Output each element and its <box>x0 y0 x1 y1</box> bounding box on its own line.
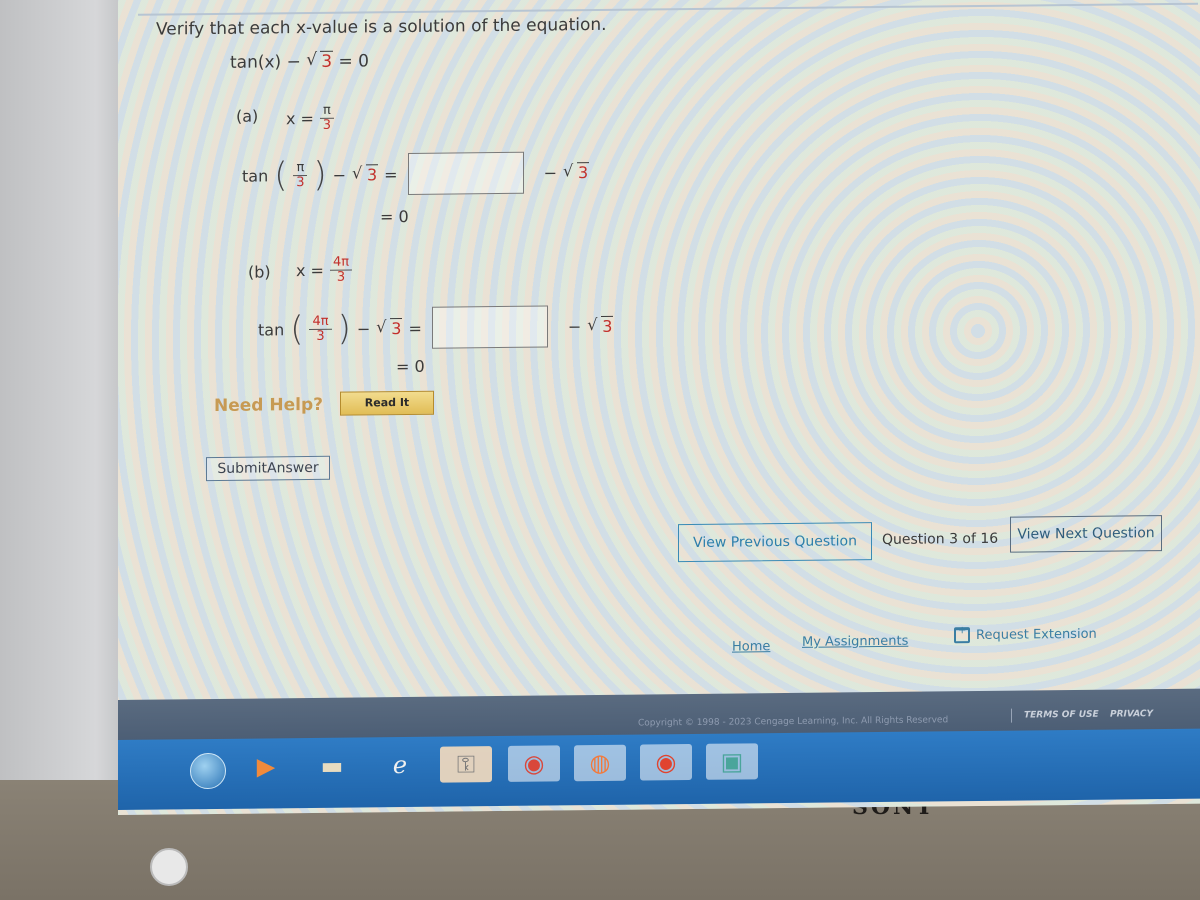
taskbar-app[interactable]: ⚿ <box>440 746 492 783</box>
minus-sign: − <box>543 162 557 183</box>
media-player-icon: ▶ <box>256 752 276 781</box>
part-a-expression: tan ( π 3 ) − 3 = − 3 <box>242 151 590 197</box>
sqrt-symbol: 3 <box>376 317 403 338</box>
minus-sign: − <box>332 165 346 185</box>
radicand: 3 <box>390 317 403 338</box>
chrome-icon: ◉ <box>523 749 545 778</box>
app-icon: ⚿ <box>456 750 476 779</box>
numerator: π <box>293 160 308 176</box>
function-name: tan <box>258 319 285 340</box>
part-a-label: (a) <box>236 106 259 126</box>
left-paren: ( <box>274 155 288 196</box>
denominator: 3 <box>316 328 325 344</box>
part-b-x-value: x = 4π 3 <box>296 255 353 286</box>
sqrt-symbol: 3 <box>587 315 614 336</box>
main-equation: tan(x) − 3 = 0 <box>230 50 369 73</box>
my-assignments-link[interactable]: My Assignments <box>802 634 908 650</box>
right-paren: ) <box>313 154 327 195</box>
part-b-result: = 0 <box>396 356 425 377</box>
request-extension-label: Request Extension <box>976 626 1097 643</box>
answer-input-a[interactable] <box>407 151 524 195</box>
x-equals: x = <box>286 108 314 129</box>
fraction: 4π 3 <box>329 255 353 285</box>
home-link[interactable]: Home <box>732 639 770 654</box>
view-next-question-button[interactable]: View Next Question <box>1010 515 1162 553</box>
question-page: Verify that each x-value is a solution o… <box>118 0 1200 744</box>
screen: Verify that each x-value is a solution o… <box>118 0 1200 816</box>
power-indicator <box>150 848 188 886</box>
sqrt-symbol: 3 <box>306 50 334 72</box>
taskbar-chrome[interactable]: ◉ <box>508 745 560 782</box>
argument-fraction: 4π 3 <box>309 313 332 344</box>
question-prompt: Verify that each x-value is a solution o… <box>156 14 607 40</box>
read-it-button[interactable]: Read It <box>340 390 434 416</box>
part-b-expression: tan ( 4π 3 ) − 3 = − 3 <box>258 305 614 351</box>
left-paren: ( <box>290 309 304 350</box>
radicand: 3 <box>320 50 334 72</box>
footer-divider <box>1011 708 1012 723</box>
x-equals: x = <box>296 260 324 281</box>
browser-icon: ◉ <box>655 748 677 777</box>
minus-sign: − <box>356 318 371 338</box>
numerator: π <box>319 103 334 119</box>
taskbar-chrome-canary[interactable]: ◉ <box>640 743 692 781</box>
sqrt-symbol: 3 <box>352 163 379 184</box>
denominator: 3 <box>322 117 332 133</box>
radicand: 3 <box>576 161 590 182</box>
taskbar-window[interactable]: ▣ <box>706 743 758 780</box>
firefox-icon: ◍ <box>589 748 611 778</box>
taskbar-internet-explorer[interactable]: e <box>374 747 426 784</box>
radicand: 3 <box>365 163 379 184</box>
calendar-icon <box>954 627 970 644</box>
terms-of-use-link[interactable]: TERMS OF USE <box>1024 710 1099 721</box>
need-help-label: Need Help? <box>214 394 323 416</box>
radicand: 3 <box>601 315 614 336</box>
part-a-result: = 0 <box>380 206 409 227</box>
denominator: 3 <box>336 269 346 285</box>
equation-left: tan(x) − <box>230 52 307 73</box>
sqrt-symbol: 3 <box>563 161 590 182</box>
taskbar-media-player[interactable]: ▶ <box>240 748 292 785</box>
privacy-link[interactable]: PRIVACY <box>1110 709 1153 719</box>
internet-explorer-icon: e <box>392 750 408 780</box>
part-b-label: (b) <box>248 262 271 282</box>
right-paren: ) <box>337 308 351 349</box>
function-name: tan <box>242 165 269 186</box>
divider <box>138 2 1198 16</box>
taskbar-file-explorer[interactable]: ▬ <box>306 747 358 784</box>
numerator: 4π <box>329 255 353 271</box>
question-counter: Question 3 of 16 <box>882 530 999 548</box>
window-icon: ▣ <box>720 747 744 776</box>
folder-icon: ▬ <box>320 751 344 780</box>
equals-sign: = <box>384 164 398 184</box>
numerator: 4π <box>309 313 332 330</box>
denominator: 3 <box>296 174 305 190</box>
equals-sign: = <box>408 318 422 338</box>
answer-input-b[interactable] <box>431 305 548 349</box>
argument-fraction: π 3 <box>293 160 308 190</box>
windows-taskbar: ▶ ▬ e ⚿ ◉ ◍ ◉ ▣ <box>118 728 1200 810</box>
request-extension-link[interactable]: Request Extension <box>954 626 1097 644</box>
start-button[interactable] <box>190 752 226 790</box>
view-previous-question-button[interactable]: View Previous Question <box>678 522 872 563</box>
minus-sign: − <box>567 316 582 336</box>
taskbar-firefox[interactable]: ◍ <box>574 744 626 782</box>
part-a-x-value: x = π 3 <box>286 103 334 134</box>
equation-right: = 0 <box>333 51 369 72</box>
submit-answer-button[interactable]: SubmitAnswer <box>206 455 330 482</box>
fraction: π 3 <box>319 103 334 133</box>
